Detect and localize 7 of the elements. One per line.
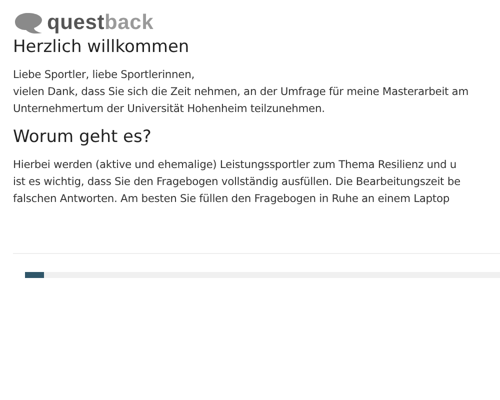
- logo-text: quest: [47, 11, 105, 35]
- speech-bubble-icon: [14, 12, 44, 34]
- paragraph: Liebe Sportler, liebe Sportlerinnen, vielen Dank, dass Sie sich die Zeit nehmen, an der Umfrage für meine Masterarbeit am Unternehmertum der Universität Hohenheim teilzunehmen.: [13, 67, 470, 117]
- paragraph: Hierbei werden (aktive und ehemalige) Leistungssportler zum Thema Resilienz und u ist es wichtig, dass Sie den Fragebogen vollständig ausfüllen. Die Bearbeitungszeit be falschen Antworten. Am besten Sie füllen den Fragebogen in Ruhe an einem Laptop: [13, 157, 462, 207]
- section-heading: Herzlich willkommen: [13, 37, 190, 57]
- logo-text: back: [104, 11, 154, 35]
- section-heading: Worum geht es?: [13, 127, 152, 147]
